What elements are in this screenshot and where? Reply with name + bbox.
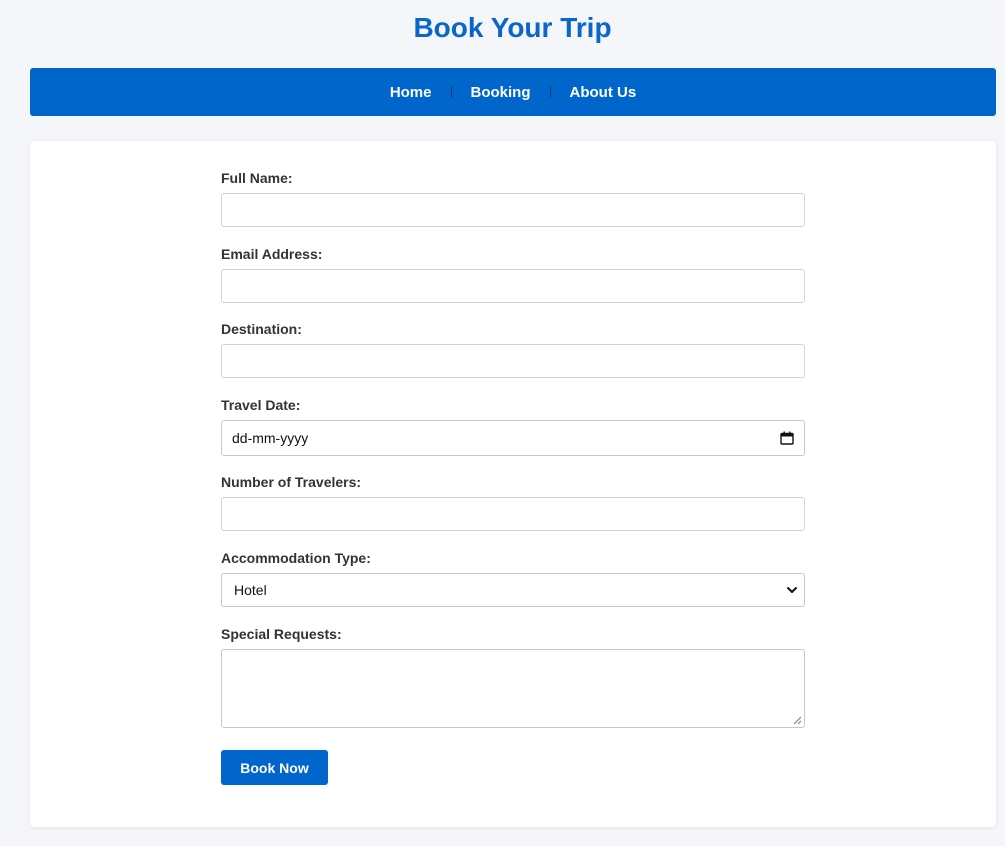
book-now-button[interactable]: Book Now bbox=[221, 750, 328, 785]
accommodation-group: Accommodation Type: Hotel bbox=[221, 550, 805, 607]
travel-date-group: Travel Date: dd-mm-yyyy bbox=[221, 397, 805, 456]
special-requests-group: Special Requests: bbox=[221, 626, 805, 728]
special-requests-textarea[interactable] bbox=[221, 649, 805, 728]
page-title: Book Your Trip bbox=[413, 12, 612, 43]
travel-date-placeholder: dd-mm-yyyy bbox=[232, 430, 309, 446]
nav-divider bbox=[450, 86, 452, 98]
travel-date-label: Travel Date: bbox=[221, 397, 301, 413]
full-name-label: Full Name: bbox=[221, 170, 293, 186]
travel-date-input[interactable]: dd-mm-yyyy bbox=[221, 420, 805, 456]
destination-group: Destination: bbox=[221, 321, 805, 378]
travelers-group: Number of Travelers: bbox=[221, 474, 805, 531]
special-requests-label: Special Requests: bbox=[221, 626, 342, 642]
accommodation-selected-value: Hotel bbox=[234, 582, 267, 598]
nav-link-home[interactable]: Home bbox=[388, 84, 434, 101]
travelers-input[interactable] bbox=[221, 497, 805, 531]
email-group: Email Address: bbox=[221, 246, 805, 303]
booking-form: Full Name: Email Address: Destination: T… bbox=[30, 141, 996, 827]
calendar-icon[interactable] bbox=[780, 431, 794, 445]
email-label: Email Address: bbox=[221, 246, 323, 262]
nav-link-booking[interactable]: Booking bbox=[469, 84, 533, 101]
nav-divider bbox=[549, 86, 551, 98]
main-navbar: Home Booking About Us bbox=[30, 68, 996, 116]
email-input[interactable] bbox=[221, 269, 805, 303]
nav-link-about-us[interactable]: About Us bbox=[568, 84, 639, 101]
chevron-down-icon bbox=[787, 587, 797, 593]
destination-input[interactable] bbox=[221, 344, 805, 378]
full-name-group: Full Name: bbox=[221, 170, 805, 227]
destination-label: Destination: bbox=[221, 321, 302, 337]
accommodation-select[interactable]: Hotel bbox=[221, 573, 805, 607]
resize-handle-icon[interactable] bbox=[792, 715, 802, 725]
accommodation-label: Accommodation Type: bbox=[221, 550, 371, 566]
travelers-label: Number of Travelers: bbox=[221, 474, 362, 490]
full-name-input[interactable] bbox=[221, 193, 805, 227]
